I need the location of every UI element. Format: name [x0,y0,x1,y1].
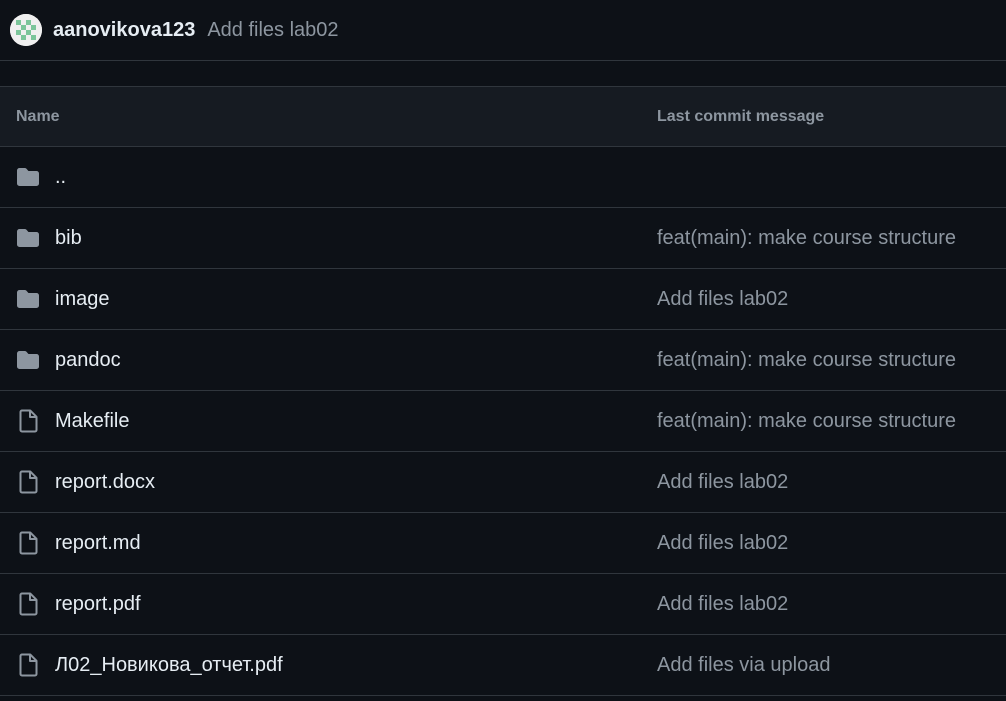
commit-message-link[interactable]: Add files lab02 [657,471,788,494]
file-name-link[interactable]: report.docx [55,471,155,494]
commit-message-link[interactable]: feat(main): make course structure [657,410,956,433]
file-table: Name Last commit message .. bib feat(main)… [0,86,1006,696]
commit-message-link[interactable]: Add files lab02 [657,532,788,555]
avatar[interactable] [10,14,42,46]
table-body: .. bib feat(main): make course structure im… [0,147,1006,696]
commit-message-link[interactable]: Add files lab02 [657,288,788,311]
file-icon [16,653,40,677]
file-icon [16,592,40,616]
file-icon [16,470,40,494]
file-icon [16,409,40,433]
table-row[interactable]: Л02_Новикова_отчет.pdf Add files via uplo… [0,635,1006,696]
file-name-link[interactable]: image [55,288,109,311]
table-row[interactable]: Makefile feat(main): make course structur… [0,391,1006,452]
file-name-link[interactable]: .. [55,166,66,189]
commit-message-link[interactable]: feat(main): make course structure [657,227,956,250]
file-name-link[interactable]: bib [55,227,82,250]
file-name-link[interactable]: Л02_Новикова_отчет.pdf [55,654,283,677]
column-header-name: Name [16,107,60,125]
commit-author-link[interactable]: aanovikova123 [53,19,195,42]
table-row[interactable]: report.md Add files lab02 [0,513,1006,574]
identicon-icon [10,14,42,46]
commit-message-link[interactable]: feat(main): make course structure [657,349,956,372]
folder-icon [16,287,40,311]
file-name-link[interactable]: report.pdf [55,593,141,616]
commit-message-link[interactable]: Add files lab02 [207,19,338,42]
commit-message-link[interactable]: Add files lab02 [657,593,788,616]
folder-icon [16,226,40,250]
table-row[interactable]: bib feat(main): make course structure [0,208,1006,269]
table-row[interactable]: report.pdf Add files lab02 [0,574,1006,635]
file-name-link[interactable]: Makefile [55,410,129,433]
file-name-link[interactable]: pandoc [55,349,121,372]
file-name-link[interactable]: report.md [55,532,141,555]
file-icon [16,531,40,555]
latest-commit-bar: aanovikova123 Add files lab02 [0,0,1006,61]
column-header-last-commit-message: Last commit message [657,107,825,125]
table-row[interactable]: report.docx Add files lab02 [0,452,1006,513]
table-row[interactable]: pandoc feat(main): make course structure [0,330,1006,391]
table-row[interactable]: image Add files lab02 [0,269,1006,330]
table-header: Name Last commit message [0,86,1006,147]
folder-icon [16,348,40,372]
table-row[interactable]: .. [0,147,1006,208]
commit-message-link[interactable]: Add files via upload [657,654,830,677]
folder-icon [16,165,40,189]
